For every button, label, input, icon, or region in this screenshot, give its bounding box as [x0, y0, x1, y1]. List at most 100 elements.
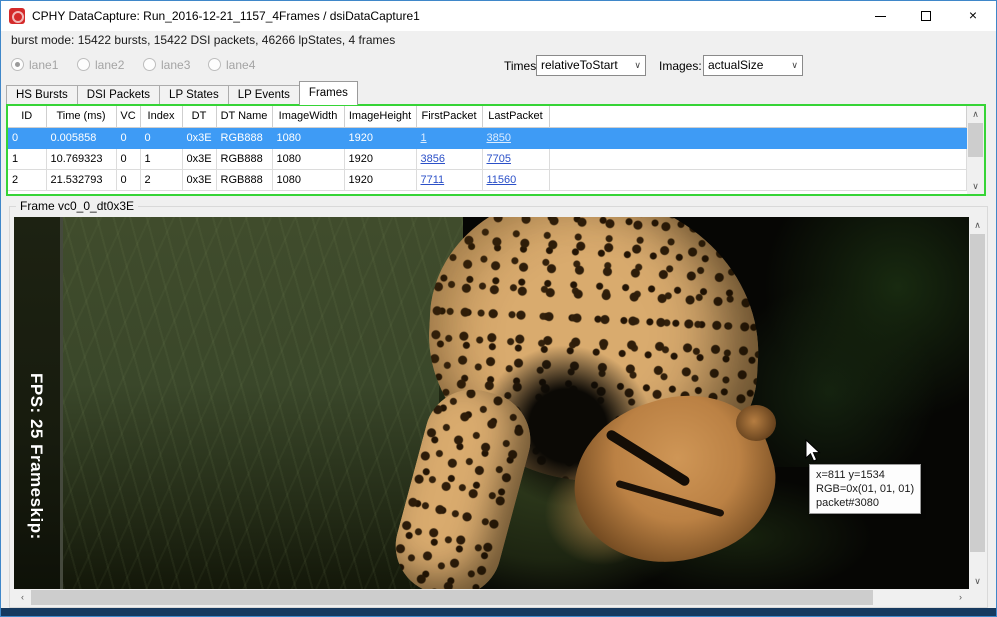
first-packet-link[interactable]: 7711: [421, 174, 445, 186]
col-first-packet: FirstPacket: [416, 106, 483, 128]
cheetah-ear: [736, 405, 776, 441]
cell-dt: 0x3E: [182, 148, 217, 170]
tab-lp-states[interactable]: LP States: [159, 85, 229, 105]
frame-image-viewer[interactable]: FPS: 25 Frameskip: x=811 y=1534 RGB=0x(0…: [14, 217, 969, 589]
frame-groupbox-label: Frame vc0_0_dt0x3E: [16, 199, 139, 213]
cell-dt: 0x3E: [182, 169, 217, 191]
cell-image-width: 1080: [272, 148, 345, 170]
cell-index: 0: [140, 127, 183, 149]
tooltip-coords: x=811 y=1534: [816, 469, 885, 481]
last-packet-link[interactable]: 7705: [487, 153, 511, 165]
fps-overlay-text: FPS: 25 Frameskip:: [27, 373, 46, 540]
table-header-row: ID Time (ms) VC Index DT DT Name ImageWi…: [8, 106, 967, 128]
scroll-up-icon[interactable]: ∧: [967, 106, 984, 122]
table-row[interactable]: 1 10.769323 0 1 0x3E RGB888 1080 1920 38…: [8, 148, 967, 170]
radio-lane3-label: lane3: [161, 57, 191, 72]
window-title: CPHY DataCapture: Run_2016-12-21_1157_4F…: [32, 9, 420, 23]
cell-dt-name: RGB888: [216, 127, 273, 149]
image-horizontal-scrollbar[interactable]: ‹ ›: [14, 589, 969, 606]
col-dt: DT: [182, 106, 217, 128]
radio-lane1-circle: [11, 58, 24, 72]
tooltip-rgb: RGB=0x(01, 01, 01): [816, 483, 915, 495]
first-packet-link[interactable]: 3856: [421, 153, 445, 165]
tooltip-packet: packet#3080: [816, 497, 879, 509]
cell-image-height: 1920: [344, 169, 417, 191]
close-button[interactable]: ×: [950, 1, 996, 31]
close-icon: ×: [968, 7, 978, 23]
minimize-button[interactable]: [858, 1, 904, 31]
pixel-tooltip: x=811 y=1534 RGB=0x(01, 01, 01) packet#3…: [809, 464, 922, 514]
burst-status-text: burst mode: 15422 bursts, 15422 DSI pack…: [11, 33, 396, 47]
radio-lane3-circle: [143, 58, 156, 72]
cell-dt-name: RGB888: [216, 148, 273, 170]
title-bar[interactable]: CPHY DataCapture: Run_2016-12-21_1157_4F…: [1, 1, 996, 31]
images-label: Images:: [659, 59, 702, 73]
scroll-down-icon[interactable]: ∨: [967, 178, 984, 194]
col-dt-name: DT Name: [216, 106, 273, 128]
radio-lane2-label: lane2: [95, 57, 125, 72]
cell-image-width: 1080: [272, 127, 345, 149]
table-scrollbar-thumb[interactable]: [968, 123, 983, 157]
scroll-left-icon[interactable]: ‹: [14, 589, 31, 606]
tab-dsi-packets[interactable]: DSI Packets: [76, 85, 161, 105]
tab-strip: HS Bursts DSI Packets LP States LP Event…: [6, 81, 358, 105]
radio-lane4[interactable]: lane4: [208, 56, 255, 72]
last-packet-link[interactable]: 11560: [487, 174, 517, 186]
images-dropdown-value: actualSize: [708, 58, 764, 72]
app-window: CPHY DataCapture: Run_2016-12-21_1157_4F…: [0, 0, 997, 617]
cell-vc: 0: [116, 148, 141, 170]
tab-hs-bursts[interactable]: HS Bursts: [6, 85, 78, 105]
col-image-width: ImageWidth: [272, 106, 345, 128]
chevron-down-icon: ∨: [634, 60, 641, 70]
table-row[interactable]: 2 21.532793 0 2 0x3E RGB888 1080 1920 77…: [8, 169, 967, 191]
image-vscrollbar-thumb[interactable]: [970, 234, 985, 552]
cell-time: 10.769323: [46, 148, 117, 170]
frames-grid: ID Time (ms) VC Index DT DT Name ImageWi…: [8, 106, 967, 191]
times-label: Times:: [504, 59, 540, 73]
maximize-button[interactable]: [904, 1, 950, 31]
cell-dt-name: RGB888: [216, 169, 273, 191]
radio-lane2-circle: [77, 58, 90, 72]
app-icon: [9, 8, 25, 24]
cell-dt: 0x3E: [182, 127, 217, 149]
scroll-up-icon[interactable]: ∧: [969, 217, 986, 233]
cell-image-height: 1920: [344, 127, 417, 149]
col-vc: VC: [116, 106, 141, 128]
radio-lane1[interactable]: lane1: [11, 56, 58, 72]
scroll-right-icon[interactable]: ›: [952, 589, 969, 606]
times-dropdown[interactable]: relativeToStart ∨: [536, 55, 646, 76]
tab-lp-events[interactable]: LP Events: [227, 85, 300, 105]
background-window-strip: [1, 608, 996, 616]
cell-time: 21.532793: [46, 169, 117, 191]
last-packet-link[interactable]: 3850: [487, 132, 511, 144]
chevron-down-icon: ∨: [791, 60, 798, 70]
col-image-height: ImageHeight: [344, 106, 417, 128]
col-last-packet: LastPacket: [482, 106, 550, 128]
cell-index: 2: [140, 169, 183, 191]
radio-lane1-label: lane1: [29, 57, 59, 72]
radio-lane2[interactable]: lane2: [77, 56, 124, 72]
col-time: Time (ms): [46, 106, 117, 128]
table-row[interactable]: 0 0.005858 0 0 0x3E RGB888 1080 1920 1 3…: [8, 127, 967, 149]
table-scrollbar[interactable]: ∧ ∨: [967, 106, 984, 194]
cell-index: 1: [140, 148, 183, 170]
radio-lane4-label: lane4: [226, 57, 256, 72]
image-vertical-scrollbar[interactable]: ∧ ∨: [969, 217, 986, 589]
radio-lane3[interactable]: lane3: [143, 56, 190, 72]
times-dropdown-value: relativeToStart: [541, 58, 618, 72]
image-hscrollbar-thumb[interactable]: [31, 590, 873, 605]
col-filler: [549, 106, 967, 128]
frames-table: ID Time (ms) VC Index DT DT Name ImageWi…: [6, 104, 986, 196]
cell-image-width: 1080: [272, 169, 345, 191]
tab-frames[interactable]: Frames: [298, 81, 358, 105]
first-packet-link[interactable]: 1: [421, 132, 427, 144]
col-index: Index: [140, 106, 183, 128]
maximize-icon: [921, 11, 931, 21]
cell-id: 1: [8, 148, 47, 170]
cell-time: 0.005858: [46, 127, 117, 149]
minimize-icon: [875, 16, 886, 17]
cursor-icon: [805, 439, 821, 462]
scroll-down-icon[interactable]: ∨: [969, 573, 986, 589]
images-dropdown[interactable]: actualSize ∨: [703, 55, 803, 76]
cell-vc: 0: [116, 169, 141, 191]
